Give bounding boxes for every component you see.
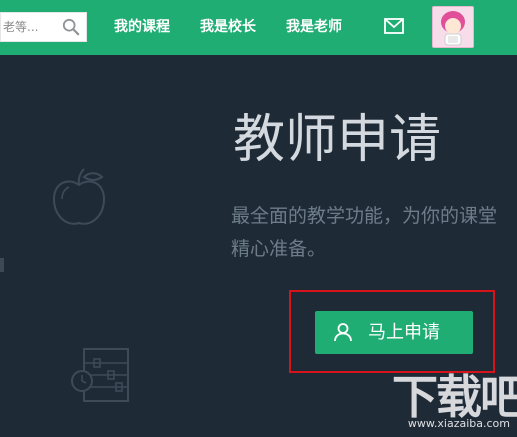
mail-icon[interactable] bbox=[384, 18, 404, 34]
user-icon bbox=[334, 323, 352, 342]
watermark-url: www.xiazaiba.com bbox=[407, 417, 510, 430]
search-box bbox=[0, 12, 87, 42]
search-input[interactable] bbox=[1, 13, 63, 41]
top-navigation-bar: 我的课程 我是校长 我是老师 bbox=[0, 0, 517, 55]
avatar[interactable] bbox=[432, 6, 474, 48]
apply-now-label: 马上申请 bbox=[368, 322, 440, 343]
abacus-icon bbox=[71, 348, 129, 402]
nav-i-am-principal[interactable]: 我是校长 bbox=[200, 17, 256, 37]
apple-icon bbox=[52, 168, 106, 225]
nav-my-courses[interactable]: 我的课程 bbox=[114, 17, 170, 37]
page-title: 教师申请 bbox=[233, 110, 442, 170]
edge-decoration bbox=[0, 258, 4, 272]
avatar-image bbox=[433, 7, 473, 47]
apply-now-button[interactable]: 马上申请 bbox=[315, 311, 473, 354]
watermark-text: 下载吧 bbox=[392, 370, 517, 424]
watermark-logo: 下载吧 www.xiazaiba.com bbox=[392, 370, 517, 430]
page-subtitle: 最全面的教学功能，为你的课堂精心准备。 bbox=[231, 205, 498, 260]
nav-i-am-teacher[interactable]: 我是老师 bbox=[286, 17, 342, 37]
search-icon[interactable] bbox=[62, 18, 80, 36]
